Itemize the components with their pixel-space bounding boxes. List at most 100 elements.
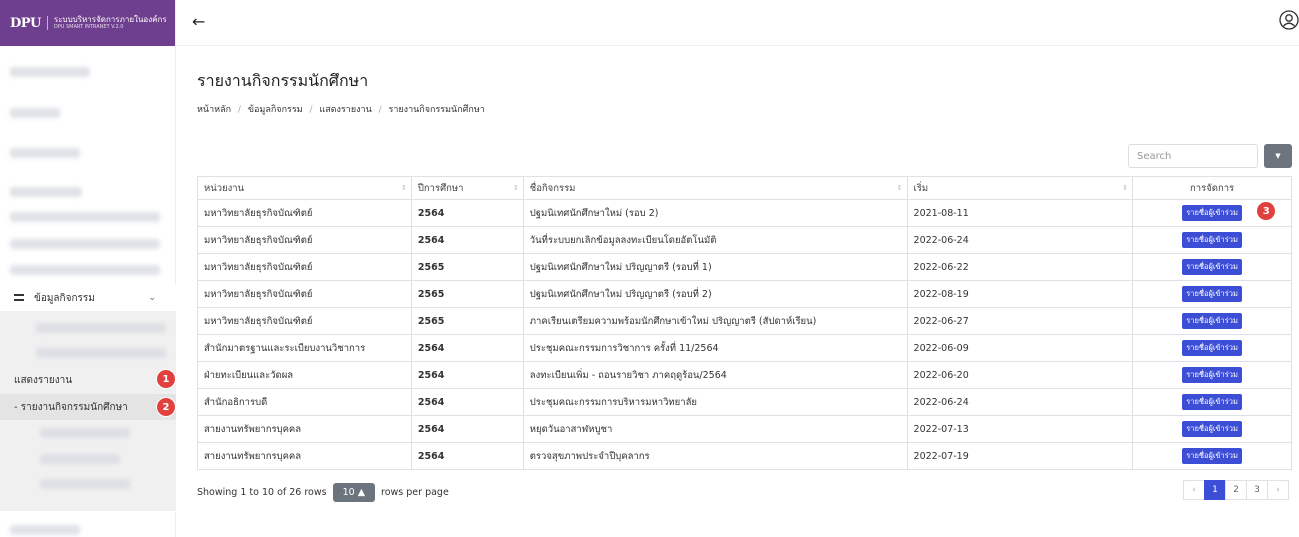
breadcrumb-current: รายงานกิจกรรมนักศึกษา bbox=[388, 105, 485, 115]
cell-start-date: 2022-06-20 bbox=[906, 361, 1134, 389]
participant-list-button[interactable]: รายชื่อผู้เข้าร่วม bbox=[1182, 340, 1242, 356]
cell-actions: รายชื่อผู้เข้าร่วม bbox=[1132, 334, 1292, 362]
cell-start-date: 2022-06-22 bbox=[906, 253, 1134, 281]
back-arrow-icon[interactable]: ← bbox=[192, 12, 205, 31]
sort-icon: ⇕ bbox=[896, 184, 903, 192]
cell-department: สายงานทรัพยากรบุคคล bbox=[197, 415, 412, 443]
cell-academic-year: 2565 bbox=[410, 280, 524, 308]
participant-list-button[interactable]: รายชื่อผู้เข้าร่วม bbox=[1182, 259, 1242, 275]
blurred-menu-item[interactable] bbox=[10, 148, 80, 158]
cell-actions: รายชื่อผู้เข้าร่วม bbox=[1132, 280, 1292, 308]
sidebar-item-label: แสดงรายงาน bbox=[14, 374, 73, 386]
cell-academic-year: 2564 bbox=[410, 361, 524, 389]
sidebar-item-label: ข้อมูลกิจกรรม bbox=[34, 292, 95, 304]
sort-icon: ⇕ bbox=[1122, 184, 1129, 192]
columns-dropdown-button[interactable]: ▼ bbox=[1264, 144, 1292, 168]
chevron-down-icon: ⌄ bbox=[148, 293, 156, 303]
activity-table: หน่วยงาน ⇕ ปีการศึกษา ⇕ ชื่อกิจกรรม ⇕ เริ่ม… bbox=[197, 176, 1292, 470]
participant-list-button[interactable]: รายชื่อผู้เข้าร่วม bbox=[1182, 232, 1242, 248]
breadcrumb-home[interactable]: หน้าหลัก bbox=[197, 105, 231, 115]
column-header-actions: การจัดการ bbox=[1132, 176, 1292, 200]
participant-list-button[interactable]: รายชื่อผู้เข้าร่วม bbox=[1182, 205, 1242, 221]
blurred-menu-item[interactable] bbox=[10, 239, 160, 249]
page-size-dropdown[interactable]: 10 ▲ bbox=[332, 483, 376, 502]
column-header-academic-year[interactable]: ปีการศึกษา ⇕ bbox=[410, 176, 524, 200]
table-header-row: หน่วยงาน ⇕ ปีการศึกษา ⇕ ชื่อกิจกรรม ⇕ เริ่ม… bbox=[197, 176, 1292, 200]
blurred-menu-item[interactable] bbox=[10, 187, 82, 197]
sidebar-item-label: - รายงานกิจกรรมนักศึกษา bbox=[14, 401, 128, 413]
pagination-page[interactable]: 1 bbox=[1204, 480, 1226, 500]
cell-activity-name: ปฐมนิเทศนักศึกษาใหม่ (รอบ 2) bbox=[522, 199, 908, 227]
blurred-submenu-item[interactable] bbox=[40, 479, 130, 489]
sidebar-item-activity-data[interactable]: ข้อมูลกิจกรรม ⌄ bbox=[0, 285, 176, 311]
sidebar-item-student-activity-report[interactable]: - รายงานกิจกรรมนักศึกษา bbox=[0, 394, 176, 420]
blurred-menu-item[interactable] bbox=[10, 525, 80, 535]
cell-academic-year: 2564 bbox=[410, 226, 524, 254]
cell-academic-year: 2564 bbox=[410, 388, 524, 416]
cell-actions: รายชื่อผู้เข้าร่วม bbox=[1132, 226, 1292, 254]
participant-list-button[interactable]: รายชื่อผู้เข้าร่วม bbox=[1182, 394, 1242, 410]
sidebar-submenu: แสดงรายงาน - รายงานกิจกรรมนักศึกษา bbox=[0, 311, 176, 511]
pagination-info: Showing 1 to 10 of 26 rows 10 ▲ rows per… bbox=[197, 483, 449, 502]
cell-actions: รายชื่อผู้เข้าร่วม bbox=[1132, 442, 1292, 470]
cell-start-date: 2022-08-19 bbox=[906, 280, 1134, 308]
participant-list-button[interactable]: รายชื่อผู้เข้าร่วม bbox=[1182, 286, 1242, 302]
cell-activity-name: ปฐมนิเทศนักศึกษาใหม่ ปริญญาตรี (รอบที่ 1… bbox=[522, 253, 908, 281]
pagination-prev[interactable]: ‹ bbox=[1183, 480, 1205, 500]
breadcrumb: หน้าหลัก / ข้อมูลกิจกรรม / แสดงรายงาน / … bbox=[197, 102, 485, 116]
pagination-page[interactable]: 3 bbox=[1246, 480, 1268, 500]
blurred-submenu-item[interactable] bbox=[40, 454, 120, 464]
sort-icon: ⇕ bbox=[401, 184, 407, 192]
blurred-menu-item[interactable] bbox=[10, 108, 60, 118]
table-row: มหาวิทยาลัยธุรกิจบัณฑิตย์ 2565 ปฐมนิเทศนัก… bbox=[197, 253, 1292, 281]
participant-list-button[interactable]: รายชื่อผู้เข้าร่วม bbox=[1182, 448, 1242, 464]
pagination-next[interactable]: › bbox=[1267, 480, 1289, 500]
cell-start-date: 2022-06-27 bbox=[906, 307, 1134, 335]
table-row: สายงานทรัพยากรบุคคล 2564 ตรวจสุขภาพประจำปี… bbox=[197, 442, 1292, 470]
column-header-department[interactable]: หน่วยงาน ⇕ bbox=[197, 176, 412, 200]
logo-divider bbox=[46, 16, 48, 30]
blurred-submenu-item[interactable] bbox=[36, 323, 166, 333]
cell-start-date: 2022-06-24 bbox=[906, 388, 1134, 416]
participant-list-button[interactable]: รายชื่อผู้เข้าร่วม bbox=[1182, 421, 1242, 437]
blurred-menu-item[interactable] bbox=[10, 212, 160, 222]
cell-actions: รายชื่อผู้เข้าร่วม bbox=[1132, 253, 1292, 281]
column-header-start-date[interactable]: เริ่ม ⇕ bbox=[906, 176, 1134, 200]
sort-icon: ⇕ bbox=[512, 184, 519, 192]
blurred-submenu-item[interactable] bbox=[40, 428, 130, 438]
cell-academic-year: 2565 bbox=[410, 253, 524, 281]
breadcrumb-activity-data[interactable]: ข้อมูลกิจกรรม bbox=[248, 105, 303, 115]
cell-activity-name: ตรวจสุขภาพประจำปีบุคลากร bbox=[522, 442, 908, 470]
cell-start-date: 2022-07-13 bbox=[906, 415, 1134, 443]
cell-academic-year: 2564 bbox=[410, 199, 524, 227]
column-header-activity-name[interactable]: ชื่อกิจกรรม ⇕ bbox=[522, 176, 908, 200]
cell-start-date: 2022-07-19 bbox=[906, 442, 1134, 470]
cell-activity-name: ประชุมคณะกรรมการวิชาการ ครั้งที่ 11/2564 bbox=[522, 334, 908, 362]
pagination: ‹ 1 2 3 › bbox=[1183, 480, 1289, 500]
cell-department: มหาวิทยาลัยธุรกิจบัณฑิตย์ bbox=[197, 253, 412, 281]
blurred-user-name bbox=[10, 67, 90, 77]
cell-department: สำนักอธิการบดี bbox=[197, 388, 412, 416]
sidebar-item-show-report[interactable]: แสดงรายงาน bbox=[0, 367, 176, 393]
cell-start-date: 2022-06-24 bbox=[906, 226, 1134, 254]
blurred-submenu-item[interactable] bbox=[36, 348, 166, 358]
participant-list-button[interactable]: รายชื่อผู้เข้าร่วม bbox=[1182, 313, 1242, 329]
user-account-icon[interactable] bbox=[1279, 10, 1299, 30]
cell-start-date: 2021-08-11 bbox=[906, 199, 1134, 227]
cell-department: สำนักมาตรฐานและระเบียบงานวิชาการ bbox=[197, 334, 412, 362]
participant-list-button[interactable]: รายชื่อผู้เข้าร่วม bbox=[1182, 367, 1242, 383]
sidebar-header: DPU ระบบบริหารจัดการภายในองค์กร DPU SMAR… bbox=[0, 0, 175, 46]
blurred-menu-item[interactable] bbox=[10, 265, 160, 275]
table-row: ฝ่ายทะเบียนและวัดผล 2564 ลงทะเบียนเพิ่ม - … bbox=[197, 361, 1292, 389]
pagination-page[interactable]: 2 bbox=[1225, 480, 1247, 500]
search-input[interactable] bbox=[1128, 144, 1258, 168]
breadcrumb-separator: / bbox=[237, 105, 241, 115]
table-row: มหาวิทยาลัยธุรกิจบัณฑิตย์ 2565 ภาคเรียนเตร… bbox=[197, 307, 1292, 335]
cell-department: สายงานทรัพยากรบุคคล bbox=[197, 442, 412, 470]
breadcrumb-show-report[interactable]: แสดงรายงาน bbox=[319, 105, 371, 115]
caret-down-icon: ▼ bbox=[1275, 152, 1281, 160]
cell-department: ฝ่ายทะเบียนและวัดผล bbox=[197, 361, 412, 389]
page-title: รายงานกิจกรรมนักศึกษา bbox=[197, 71, 369, 90]
annotation-badge: 1 bbox=[157, 370, 175, 388]
cell-actions: รายชื่อผู้เข้าร่วม 3 bbox=[1132, 199, 1292, 227]
